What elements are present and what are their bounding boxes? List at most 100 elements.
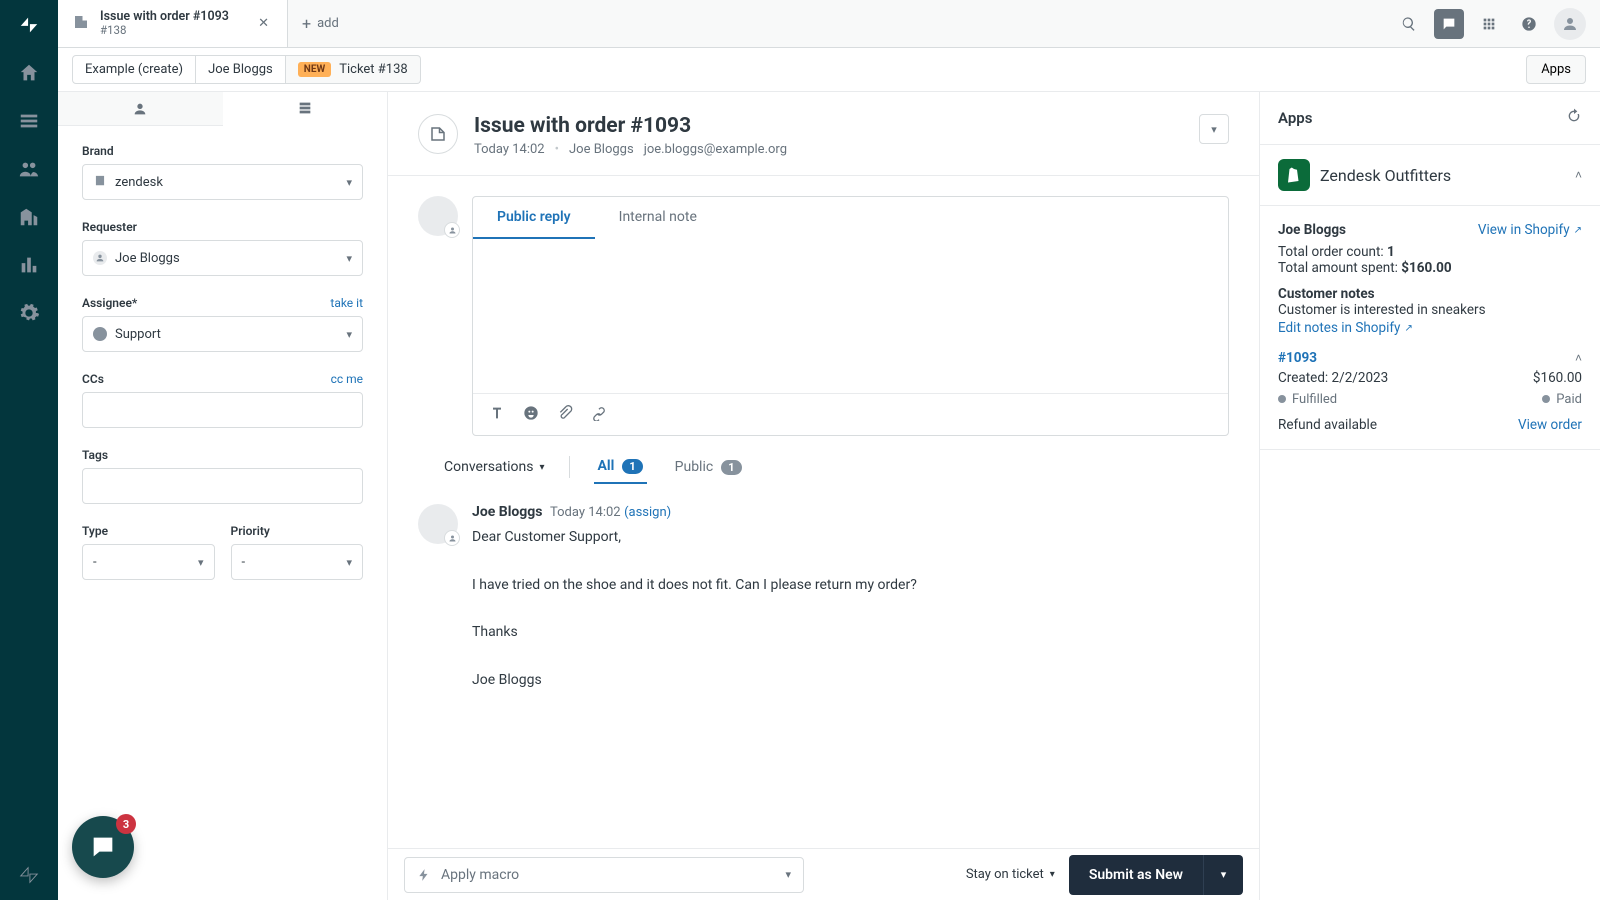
chat-status-icon[interactable] — [1434, 9, 1464, 39]
submit-options-button[interactable]: ▾ — [1203, 855, 1243, 895]
building-icon — [93, 173, 107, 191]
order-created-value: 2/2/2023 — [1332, 370, 1389, 386]
apply-macro-select[interactable]: Apply macro ▾ — [404, 857, 804, 893]
refresh-apps-icon[interactable] — [1566, 108, 1582, 128]
format-text-icon[interactable] — [489, 405, 505, 425]
chevron-down-icon: ▾ — [198, 556, 204, 569]
add-tab-label: add — [317, 16, 339, 31]
internal-note-tab[interactable]: Internal note — [595, 197, 721, 239]
order-id-link[interactable]: #1093 — [1278, 350, 1317, 366]
filter-all[interactable]: All 1 — [594, 450, 647, 484]
priority-select[interactable]: - ▾ — [231, 544, 364, 580]
submit-button[interactable]: Submit as New — [1069, 855, 1203, 895]
plus-icon: + — [302, 16, 311, 32]
left-nav-rail — [0, 0, 58, 900]
tags-input[interactable] — [82, 468, 363, 504]
apply-macro-label: Apply macro — [441, 867, 519, 883]
type-value: - — [93, 555, 97, 570]
chevron-down-icon: ▾ — [1050, 869, 1055, 880]
external-link-icon: ↗ — [1574, 225, 1582, 236]
message-body: Dear Customer Support, I have tried on t… — [472, 526, 1229, 693]
edit-notes-link[interactable]: Edit notes in Shopify ↗ — [1278, 320, 1413, 336]
chevron-down-icon: ▾ — [346, 328, 352, 341]
assignee-select[interactable]: Support ▾ — [82, 316, 363, 352]
status-badge-new: New — [298, 62, 331, 77]
all-count-badge: 1 — [622, 459, 642, 474]
filter-public[interactable]: Public 1 — [671, 451, 746, 483]
payment-status: Paid — [1556, 392, 1582, 407]
take-it-link[interactable]: take it — [330, 296, 363, 310]
breadcrumb-user[interactable]: Joe Bloggs — [196, 55, 286, 84]
conversations-dropdown[interactable]: Conversations ▾ — [444, 459, 545, 475]
type-label: Type — [82, 524, 215, 538]
reply-composer: Public reply Internal note — [472, 196, 1229, 436]
requester-select[interactable]: Joe Bloggs ▾ — [82, 240, 363, 276]
brand-select[interactable]: zendesk ▾ — [82, 164, 363, 200]
chevron-down-icon: ▾ — [785, 868, 791, 881]
ticket-options-button[interactable]: ▾ — [1199, 114, 1229, 144]
home-icon[interactable] — [16, 60, 42, 86]
status-dot-icon — [1542, 395, 1550, 403]
apps-panel-title: Apps — [1278, 109, 1312, 127]
apps-grid-icon[interactable] — [1474, 9, 1504, 39]
message-time: Today 14:02 — [550, 505, 621, 520]
conversation-pane: Issue with order #1093 Today 14:02 • Joe… — [388, 92, 1260, 900]
user-status-icon — [444, 530, 460, 546]
chevron-down-icon: ▾ — [346, 252, 352, 265]
app-card-header[interactable]: Zendesk Outfitters ˄ — [1260, 145, 1600, 206]
customer-notes-label: Customer notes — [1278, 286, 1582, 302]
amount-spent-label: Total amount spent: — [1278, 260, 1401, 276]
brand-label: Brand — [82, 144, 363, 158]
reply-textarea[interactable] — [473, 239, 1228, 393]
agent-status-icon — [444, 222, 460, 238]
ccs-input[interactable] — [82, 392, 363, 428]
ticket-tab[interactable]: Issue with order #1093 #138 ✕ — [58, 0, 288, 47]
type-select[interactable]: - ▾ — [82, 544, 215, 580]
link-icon[interactable] — [591, 405, 607, 425]
help-icon[interactable] — [1514, 9, 1544, 39]
apps-toggle-button[interactable]: Apps — [1526, 55, 1586, 84]
chat-fab-button[interactable]: 3 — [72, 816, 134, 878]
organizations-icon[interactable] — [16, 204, 42, 230]
cc-me-link[interactable]: cc me — [331, 372, 363, 386]
customers-icon[interactable] — [16, 156, 42, 182]
tags-label: Tags — [82, 448, 363, 462]
refund-available-text: Refund available — [1278, 417, 1377, 433]
ticket-properties-tab[interactable] — [223, 92, 388, 126]
breadcrumb-example[interactable]: Example (create) — [72, 55, 196, 84]
tab-subtitle: #138 — [100, 24, 229, 37]
stay-on-ticket-dropdown[interactable]: Stay on ticket ▾ — [966, 867, 1055, 882]
customer-name: Joe Bloggs — [1278, 222, 1346, 238]
ticket-properties-sidebar: Brand zendesk ▾ Requester Joe Bloggs ▾ A… — [58, 92, 388, 900]
assign-link[interactable]: (assign) — [624, 505, 671, 520]
shopify-app-icon — [1278, 159, 1310, 191]
status-dot-icon — [1278, 395, 1286, 403]
order-collapse-icon[interactable]: ˄ — [1575, 351, 1582, 365]
search-icon[interactable] — [1394, 9, 1424, 39]
order-amount: $160.00 — [1533, 370, 1582, 386]
zendesk-footer-icon[interactable] — [16, 862, 42, 888]
priority-label: Priority — [231, 524, 364, 538]
customer-context-tab[interactable] — [58, 92, 223, 125]
message-avatar — [418, 504, 458, 544]
chevron-down-icon: ▾ — [346, 556, 352, 569]
profile-avatar[interactable] — [1554, 8, 1586, 40]
public-count-badge: 1 — [721, 460, 741, 475]
brand-value: zendesk — [115, 175, 163, 190]
customer-notes-text: Customer is interested in sneakers — [1278, 302, 1582, 318]
reporting-icon[interactable] — [16, 252, 42, 278]
emoji-icon[interactable] — [523, 405, 539, 425]
admin-gear-icon[interactable] — [16, 300, 42, 326]
public-reply-tab[interactable]: Public reply — [473, 197, 595, 239]
close-tab-icon[interactable]: ✕ — [254, 12, 273, 35]
zendesk-logo-icon[interactable] — [16, 12, 42, 38]
app-name: Zendesk Outfitters — [1320, 166, 1451, 185]
breadcrumb-ticket[interactable]: New Ticket #138 — [286, 55, 421, 84]
views-icon[interactable] — [16, 108, 42, 134]
ticket-timestamp: Today 14:02 — [474, 142, 545, 157]
message: Joe Bloggs Today 14:02 (assign) Dear Cus… — [418, 504, 1229, 693]
add-tab-button[interactable]: + add — [288, 0, 353, 47]
view-order-link[interactable]: View order — [1518, 417, 1582, 433]
attachment-icon[interactable] — [557, 405, 573, 425]
view-in-shopify-link[interactable]: View in Shopify ↗ — [1478, 222, 1582, 238]
